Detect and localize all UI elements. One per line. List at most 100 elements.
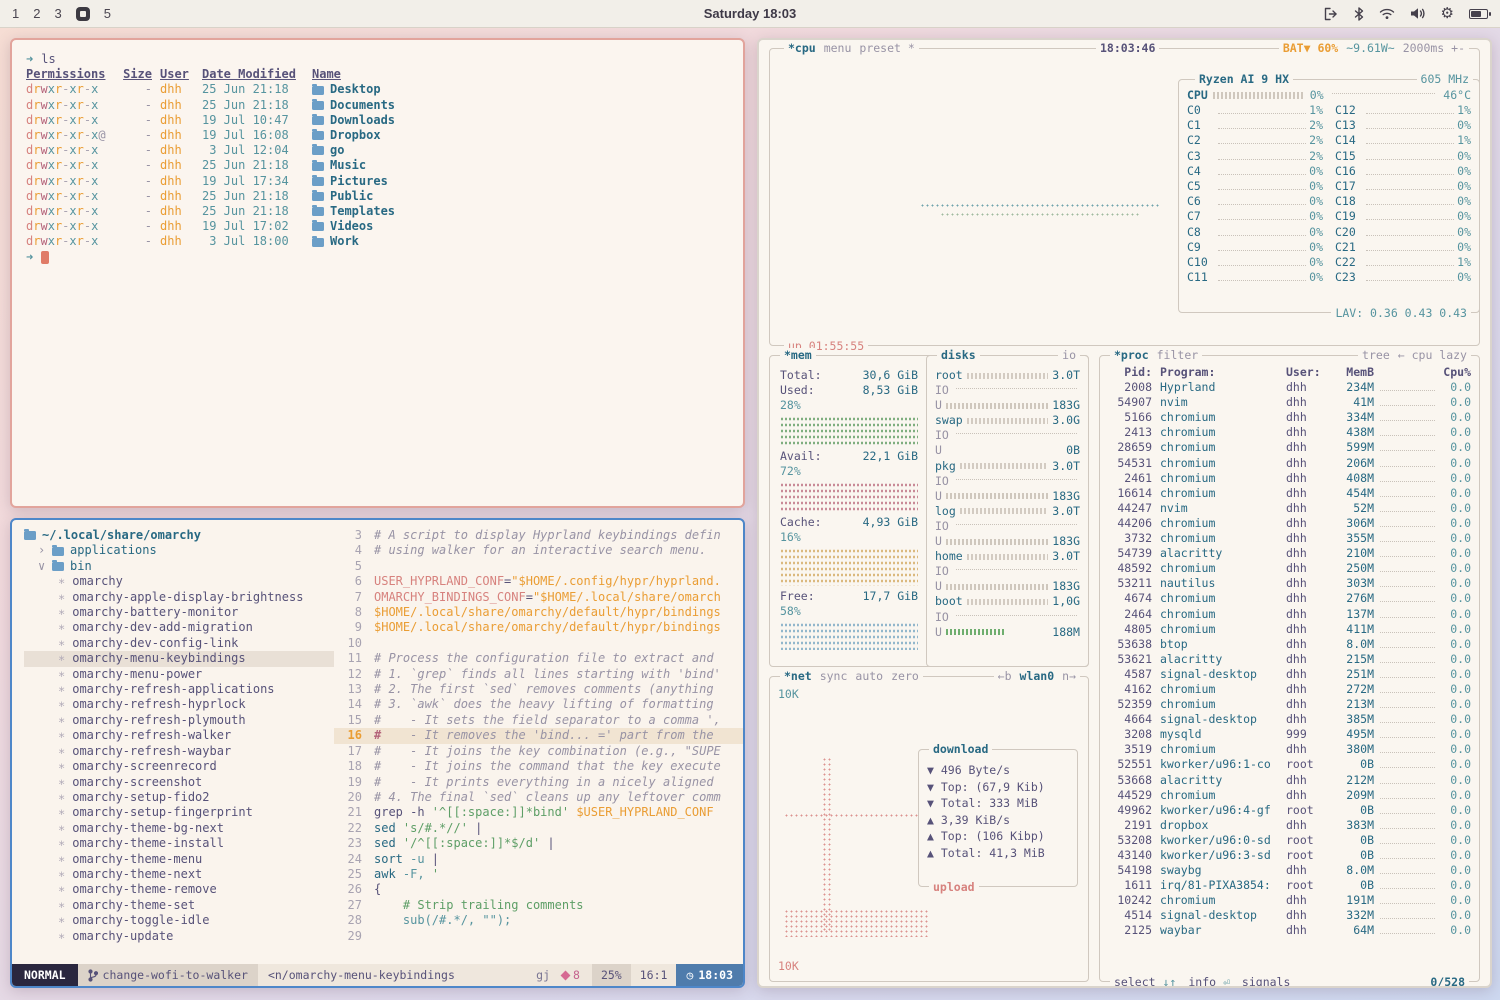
process-row[interactable]: 2008 Hyprland dhh 234M 0.0 xyxy=(1100,380,1479,395)
process-row[interactable]: 1611 irq/81-PIXA3854: root 0B 0.0 xyxy=(1100,878,1479,893)
tree-file-item[interactable]: ∗ omarchy-battery-monitor xyxy=(24,605,334,620)
net-tab[interactable]: *net xyxy=(784,669,812,683)
cpu-tab[interactable]: preset * xyxy=(859,41,914,55)
wifi-icon[interactable] xyxy=(1379,7,1395,20)
process-row[interactable]: 44529 chromium dhh 209M 0.0 xyxy=(1100,788,1479,803)
header-cpu[interactable]: Cpu% xyxy=(1441,365,1471,380)
update-interval-control[interactable]: 2000ms +- xyxy=(1403,41,1465,55)
workspace-active-indicator[interactable] xyxy=(76,7,90,21)
tree-file-item[interactable]: ∗ omarchy-refresh-plymouth xyxy=(24,713,334,728)
process-row[interactable]: 53211 nautilus dhh 303M 0.0 xyxy=(1100,576,1479,591)
tree-file-item[interactable]: ∗ omarchy-menu-power xyxy=(24,667,334,682)
settings-gear-icon[interactable]: ⚙ xyxy=(1441,6,1454,21)
tree-file-item[interactable]: ∗ omarchy-update xyxy=(24,929,334,944)
header-program[interactable]: Program: xyxy=(1160,365,1286,380)
process-row[interactable]: 3519 chromium dhh 380M 0.0 xyxy=(1100,742,1479,757)
process-row[interactable]: 54739 alacritty dhh 210M 0.0 xyxy=(1100,546,1479,561)
signals-button[interactable]: signals xyxy=(1242,975,1290,988)
process-row[interactable]: 53638 btop dhh 8.0M 0.0 xyxy=(1100,637,1479,652)
process-row[interactable]: 2464 chromium dhh 137M 0.0 xyxy=(1100,607,1479,622)
tree-file-item[interactable]: ∗ omarchy-screenshot xyxy=(24,775,334,790)
terminal-prompt-line[interactable]: ➜ xyxy=(26,250,729,265)
tree-file-item[interactable]: ∗ omarchy-theme-install xyxy=(24,836,334,851)
tree-file-item[interactable]: ∗ omarchy-dev-config-link xyxy=(24,636,334,651)
header-mem[interactable]: MemB xyxy=(1330,365,1374,380)
process-row[interactable]: 52551 kworker/u96:1-co root 0B 0.0 xyxy=(1100,757,1479,772)
proc-tab[interactable]: filter xyxy=(1157,348,1199,362)
tree-folder[interactable]: ∨ bin xyxy=(24,559,334,574)
process-row[interactable]: 2191 dropbox dhh 383M 0.0 xyxy=(1100,818,1479,833)
git-branch[interactable]: change-wofi-to-walker xyxy=(78,964,258,986)
process-row[interactable]: 3732 chromium dhh 355M 0.0 xyxy=(1100,531,1479,546)
process-row[interactable]: 44206 chromium dhh 306M 0.0 xyxy=(1100,516,1479,531)
tree-root[interactable]: ~/.local/share/omarchy xyxy=(24,528,334,543)
process-row[interactable]: 53621 alacritty dhh 215M 0.0 xyxy=(1100,652,1479,667)
process-row[interactable]: 54531 chromium dhh 206M 0.0 xyxy=(1100,456,1479,471)
tree-file-item[interactable]: ∗ omarchy-screenrecord xyxy=(24,759,334,774)
tree-folder[interactable]: › applications xyxy=(24,543,334,558)
tree-file-item[interactable]: ∗ omarchy-apple-display-brightness xyxy=(24,590,334,605)
disks-tab[interactable]: disks xyxy=(937,348,980,362)
process-row[interactable]: 3208 mysqld 999 495M 0.0 xyxy=(1100,727,1479,742)
workspace-button[interactable]: 2 xyxy=(33,6,40,21)
process-row[interactable]: 43140 kworker/u96:3-sd root 0B 0.0 xyxy=(1100,848,1479,863)
proc-option[interactable]: tree xyxy=(1362,348,1390,362)
cpu-tab[interactable]: menu xyxy=(824,41,852,55)
net-tab[interactable]: sync xyxy=(820,669,848,683)
process-row[interactable]: 5166 chromium dhh 334M 0.0 xyxy=(1100,410,1479,425)
process-row[interactable]: 48592 chromium dhh 250M 0.0 xyxy=(1100,561,1479,576)
interface-selector[interactable]: ←b wlan0 n→ xyxy=(994,669,1080,683)
process-row[interactable]: 2413 chromium dhh 438M 0.0 xyxy=(1100,425,1479,440)
tree-file-item[interactable]: ∗ omarchy-setup-fido2 xyxy=(24,790,334,805)
tree-file-item[interactable]: ∗ omarchy-theme-remove xyxy=(24,882,334,897)
tree-file-item[interactable]: ∗ omarchy-theme-bg-next xyxy=(24,821,334,836)
workspace-button[interactable]: 1 xyxy=(12,6,19,21)
code-editor[interactable]: 3 # A script to display Hyprland keybind… xyxy=(334,520,743,966)
process-row[interactable]: 4664 signal-desktop dhh 385M 0.0 xyxy=(1100,712,1479,727)
tree-file-item[interactable]: ∗ omarchy-refresh-walker xyxy=(24,728,334,743)
logout-icon[interactable] xyxy=(1323,7,1339,21)
process-row[interactable]: 2125 waybar dhh 64M 0.0 xyxy=(1100,923,1479,938)
tree-file-item[interactable]: ∗ omarchy-refresh-hyprlock xyxy=(24,697,334,712)
header-pid[interactable]: Pid: xyxy=(1108,365,1152,380)
tree-file-item[interactable]: ∗ omarchy-menu-keybindings xyxy=(24,651,334,666)
process-row[interactable]: 2461 chromium dhh 408M 0.0 xyxy=(1100,471,1479,486)
info-button[interactable]: info xyxy=(1188,975,1216,988)
select-button[interactable]: select xyxy=(1114,975,1156,988)
tree-file-item[interactable]: ∗ omarchy xyxy=(24,574,334,589)
tree-file-item[interactable]: ∗ omarchy-refresh-waybar xyxy=(24,744,334,759)
process-row[interactable]: 54907 nvim dhh 41M 0.0 xyxy=(1100,395,1479,410)
mem-tab[interactable]: *mem xyxy=(784,348,812,362)
tree-file-item[interactable]: ∗ omarchy-dev-add-migration xyxy=(24,620,334,635)
process-row[interactable]: 44247 nvim dhh 52M 0.0 xyxy=(1100,501,1479,516)
io-tab[interactable]: io xyxy=(1058,348,1080,362)
proc-tab[interactable]: *proc xyxy=(1114,348,1149,362)
process-row[interactable]: 4514 signal-desktop dhh 332M 0.0 xyxy=(1100,908,1479,923)
tree-file-item[interactable]: ∗ omarchy-theme-set xyxy=(24,898,334,913)
cpu-tab[interactable]: *cpu xyxy=(788,41,816,55)
workspace-button[interactable]: 3 xyxy=(54,6,61,21)
workspace-button[interactable]: 5 xyxy=(104,6,111,21)
process-row[interactable]: 4674 chromium dhh 276M 0.0 xyxy=(1100,591,1479,606)
tree-file-item[interactable]: ∗ omarchy-theme-next xyxy=(24,867,334,882)
process-row[interactable]: 10242 chromium dhh 191M 0.0 xyxy=(1100,893,1479,908)
process-row[interactable]: 54198 swaybg dhh 8.0M 0.0 xyxy=(1100,863,1479,878)
tree-file-item[interactable]: ∗ omarchy-refresh-applications xyxy=(24,682,334,697)
process-row[interactable]: 4587 signal-desktop dhh 251M 0.0 xyxy=(1100,667,1479,682)
header-user[interactable]: User: xyxy=(1286,365,1330,380)
battery-icon[interactable] xyxy=(1469,9,1488,19)
net-tab[interactable]: zero xyxy=(891,669,919,683)
tree-file-item[interactable]: ∗ omarchy-theme-menu xyxy=(24,852,334,867)
process-row[interactable]: 53208 kworker/u96:0-sd root 0B 0.0 xyxy=(1100,833,1479,848)
net-tab[interactable]: auto xyxy=(855,669,883,683)
process-row[interactable]: 16614 chromium dhh 454M 0.0 xyxy=(1100,486,1479,501)
process-row[interactable]: 49962 kworker/u96:4-gf root 0B 0.0 xyxy=(1100,803,1479,818)
proc-option[interactable]: ← cpu lazy xyxy=(1398,348,1467,362)
process-row[interactable]: 52359 chromium dhh 213M 0.0 xyxy=(1100,697,1479,712)
process-row[interactable]: 28659 chromium dhh 599M 0.0 xyxy=(1100,440,1479,455)
tree-file-item[interactable]: ∗ omarchy-setup-fingerprint xyxy=(24,805,334,820)
process-row[interactable]: 4162 chromium dhh 272M 0.0 xyxy=(1100,682,1479,697)
bluetooth-icon[interactable] xyxy=(1354,7,1364,21)
tree-file-item[interactable]: ∗ omarchy-toggle-idle xyxy=(24,913,334,928)
process-row[interactable]: 53668 alacritty dhh 212M 0.0 xyxy=(1100,773,1479,788)
